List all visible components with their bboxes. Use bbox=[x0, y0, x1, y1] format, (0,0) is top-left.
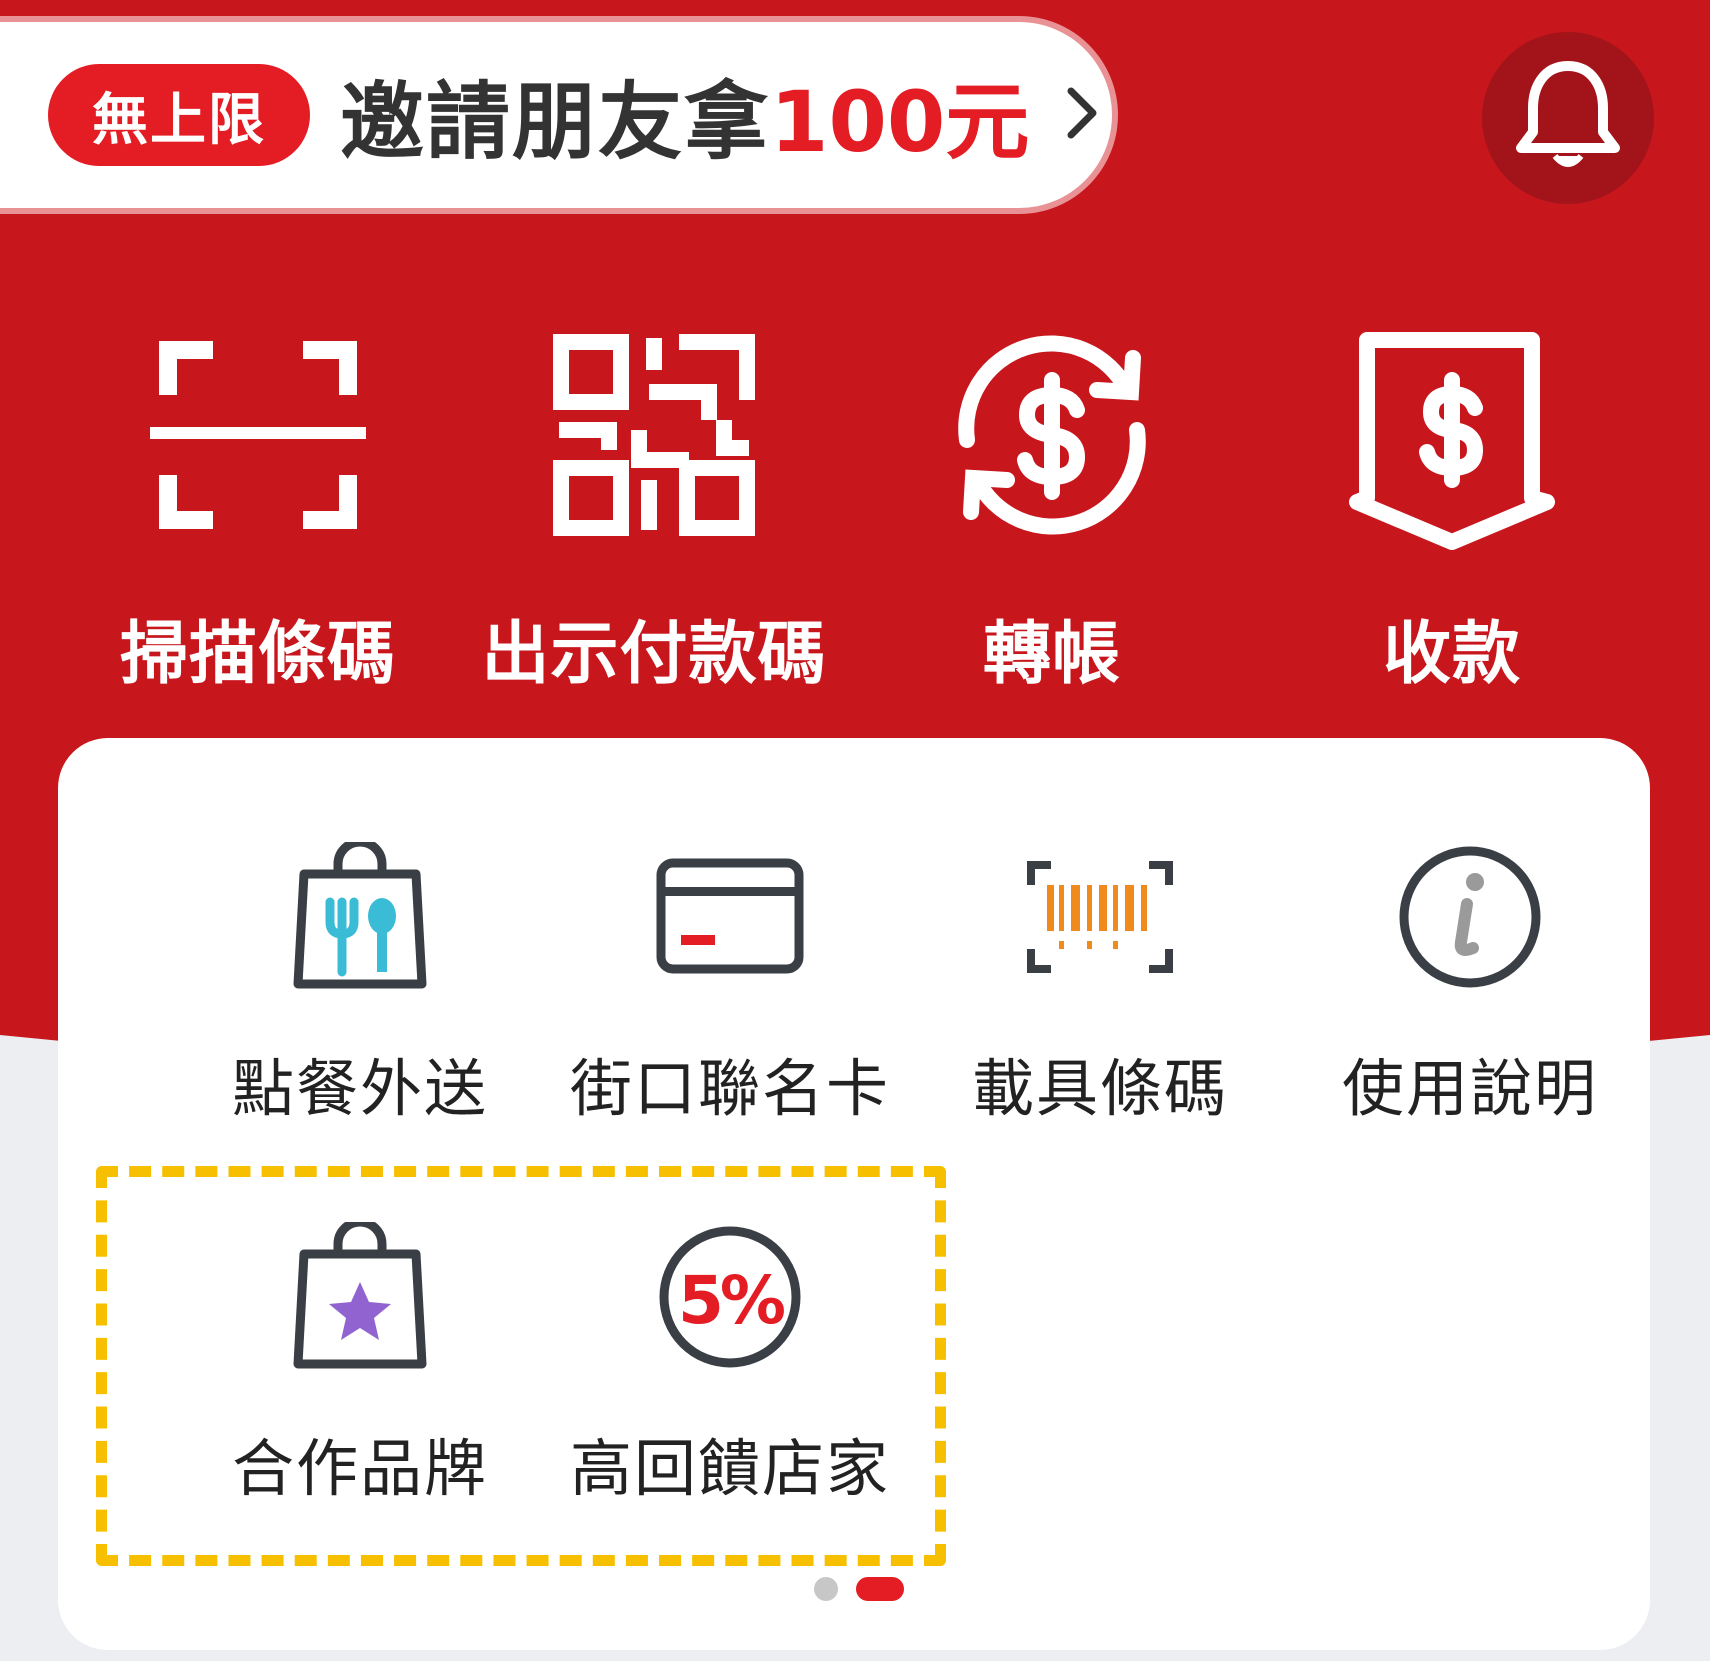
invite-text: 邀請朋友拿 bbox=[340, 72, 771, 171]
highlight-box bbox=[96, 1166, 946, 1566]
action-show-payment-code[interactable]: 出示付款碼 bbox=[464, 320, 844, 697]
invite-amount: 100元 bbox=[770, 72, 1030, 171]
page-dot-active[interactable] bbox=[856, 1577, 904, 1601]
service-food-delivery[interactable]: 點餐外送 bbox=[170, 842, 550, 1128]
service-instructions[interactable]: 使用說明 bbox=[1280, 842, 1660, 1128]
scan-frame-icon bbox=[68, 320, 448, 550]
info-icon bbox=[1280, 842, 1660, 992]
credit-card-icon bbox=[540, 842, 920, 992]
dollar-cycle-icon bbox=[862, 320, 1242, 550]
food-bag-icon bbox=[170, 842, 550, 992]
service-label: 街口聯名卡 bbox=[569, 1052, 890, 1125]
service-label: 載具條碼 bbox=[971, 1052, 1228, 1125]
dollar-pocket-icon bbox=[1262, 320, 1642, 550]
qr-code-icon bbox=[464, 320, 844, 550]
services-card: 點餐外送 街口聯名卡 載具條碼 使用說明 合作品牌 5% 高回饋店家 bbox=[58, 738, 1650, 1650]
action-transfer[interactable]: 轉帳 bbox=[862, 320, 1242, 697]
action-scan-barcode[interactable]: 掃描條碼 bbox=[68, 320, 448, 697]
invite-friends-banner[interactable]: 無上限 邀請朋友拿 100元 bbox=[0, 22, 1112, 208]
action-label: 收款 bbox=[1382, 615, 1521, 694]
quick-actions: 掃描條碼 出示付款碼 轉帳 收款 bbox=[0, 320, 1710, 694]
service-label: 點餐外送 bbox=[231, 1052, 488, 1125]
barcode-icon bbox=[910, 842, 1290, 992]
service-carrier-barcode[interactable]: 載具條碼 bbox=[910, 842, 1290, 1128]
unlimited-badge: 無上限 bbox=[48, 64, 310, 166]
bell-icon bbox=[1513, 56, 1623, 180]
notification-button[interactable] bbox=[1482, 32, 1654, 204]
page-indicator bbox=[814, 1576, 904, 1602]
service-co-brand-card[interactable]: 街口聯名卡 bbox=[540, 842, 920, 1128]
action-receive[interactable]: 收款 bbox=[1262, 320, 1642, 697]
action-label: 轉帳 bbox=[982, 615, 1121, 694]
action-label: 掃描條碼 bbox=[119, 615, 396, 694]
page-dot[interactable] bbox=[814, 1577, 838, 1601]
service-label: 使用說明 bbox=[1341, 1052, 1598, 1125]
chevron-right-icon bbox=[1065, 85, 1101, 145]
action-label: 出示付款碼 bbox=[481, 615, 827, 694]
